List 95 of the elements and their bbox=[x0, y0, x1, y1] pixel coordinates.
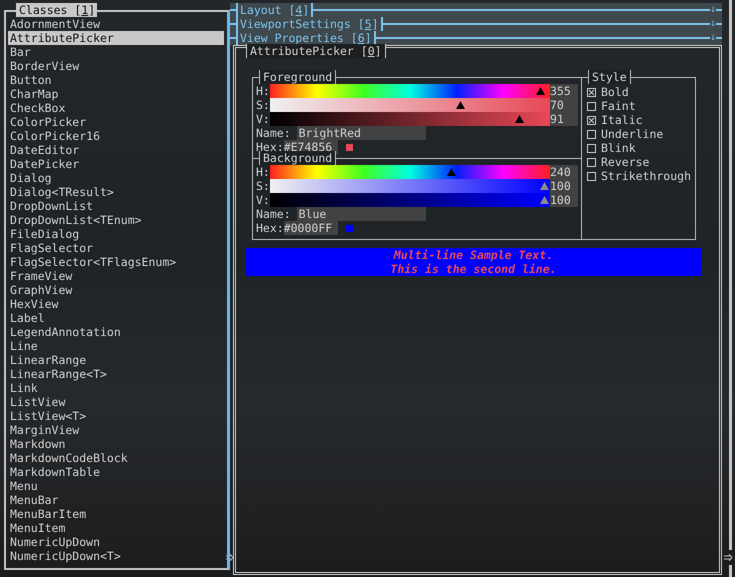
color-slider[interactable] bbox=[270, 98, 550, 112]
slider-value: 100 bbox=[550, 179, 578, 193]
slider-thumb[interactable] bbox=[446, 168, 456, 176]
panel-title: Classes [1] bbox=[16, 3, 98, 17]
list-item[interactable]: FlagSelector bbox=[8, 241, 224, 255]
checkbox-label: Strikethrough bbox=[601, 169, 692, 183]
list-item[interactable]: LinearRange bbox=[8, 353, 224, 367]
color-slider[interactable] bbox=[270, 193, 550, 207]
arrow-icon[interactable] bbox=[226, 554, 233, 561]
list-item[interactable]: DropDownList<TEnum> bbox=[8, 213, 224, 227]
slider-label: V: bbox=[256, 193, 270, 207]
hex-field[interactable]: #0000FF bbox=[284, 221, 338, 235]
sample-text: Multi-line Sample Text. This is the second line. bbox=[246, 248, 701, 276]
slider-label: H: bbox=[256, 165, 270, 179]
list-item[interactable]: Dialog<TResult> bbox=[8, 185, 224, 199]
frame-title: AttributePicker [0] bbox=[246, 44, 386, 58]
color-slider[interactable] bbox=[270, 84, 550, 98]
name-field[interactable]: Blue bbox=[296, 207, 426, 221]
field-label: Name: bbox=[256, 207, 292, 221]
list-item[interactable]: ColorPicker16 bbox=[8, 129, 224, 143]
color-slider[interactable] bbox=[270, 112, 550, 126]
list-item[interactable]: LegendAnnotation bbox=[8, 325, 224, 339]
list-item[interactable]: MarkdownTable bbox=[8, 465, 224, 479]
expand-arrow[interactable]: ⇓ bbox=[710, 31, 716, 45]
checkbox-label: Bold bbox=[601, 85, 629, 99]
checkbox[interactable] bbox=[587, 116, 596, 124]
checkbox-label: Blink bbox=[601, 141, 636, 155]
list-item[interactable]: CheckBox bbox=[8, 101, 224, 115]
checkbox[interactable] bbox=[587, 172, 596, 180]
checkbox-label: Reverse bbox=[601, 155, 650, 169]
list-item[interactable]: Bar bbox=[8, 45, 224, 59]
list-item[interactable]: FrameView bbox=[8, 269, 224, 283]
list-item[interactable]: NumericUpDown<T> bbox=[8, 549, 224, 563]
list-item[interactable]: FileDialog bbox=[8, 227, 224, 241]
slider-value: 91 bbox=[550, 112, 578, 126]
list-item[interactable]: BorderView bbox=[8, 59, 224, 73]
list-item[interactable]: Label bbox=[8, 311, 224, 325]
slider-label: S: bbox=[256, 179, 270, 193]
slider-value: 355 bbox=[550, 84, 578, 98]
list-item[interactable]: ListView bbox=[8, 395, 224, 409]
slider-thumb[interactable] bbox=[456, 101, 465, 109]
list-item[interactable]: GraphView bbox=[8, 283, 224, 297]
name-field[interactable]: BrightRed bbox=[296, 126, 426, 140]
list-item[interactable]: MenuBarItem bbox=[8, 507, 224, 521]
list-item[interactable]: LinearRange<T> bbox=[8, 367, 224, 381]
checkbox[interactable] bbox=[587, 144, 596, 152]
list-item[interactable]: MenuBar bbox=[8, 493, 224, 507]
checkbox-label: Italic bbox=[601, 113, 643, 127]
list-item[interactable]: DatePicker bbox=[8, 157, 224, 171]
list-item[interactable]: CharMap bbox=[8, 87, 224, 101]
list-item[interactable]: NumericUpDown bbox=[8, 535, 224, 549]
slider-label: H: bbox=[256, 84, 270, 98]
group-title: Foreground bbox=[259, 70, 336, 84]
slider-label: S: bbox=[256, 98, 270, 112]
group-title: Style bbox=[588, 70, 631, 84]
group-title: Background bbox=[259, 151, 336, 165]
slider-thumb[interactable] bbox=[514, 115, 524, 123]
checkbox[interactable] bbox=[587, 102, 596, 110]
list-item[interactable]: MarginView bbox=[8, 423, 224, 437]
slider-value: 70 bbox=[550, 98, 578, 112]
tab-header[interactable]: ViewportSettings [5] bbox=[236, 17, 382, 31]
slider-thumb[interactable] bbox=[536, 87, 546, 95]
list-item[interactable]: Line bbox=[8, 339, 224, 353]
list-item[interactable]: Button bbox=[8, 73, 224, 87]
color-slider[interactable] bbox=[270, 165, 550, 179]
tab-header[interactable]: Layout [4] bbox=[236, 3, 314, 17]
color-slider[interactable] bbox=[270, 179, 550, 193]
expand-arrow[interactable]: ⇓ bbox=[710, 17, 716, 31]
checkbox[interactable] bbox=[587, 88, 596, 96]
list-item[interactable]: AttributePicker bbox=[8, 31, 224, 45]
list-item[interactable]: Dialog bbox=[8, 171, 224, 185]
list-item[interactable]: ListView<T> bbox=[8, 409, 224, 423]
list-item[interactable]: AdornmentView bbox=[8, 17, 224, 31]
slider-thumb[interactable] bbox=[540, 196, 549, 204]
list-item[interactable]: MarkdownCodeBlock bbox=[8, 451, 224, 465]
list-item[interactable]: HexView bbox=[8, 297, 224, 311]
checkbox-label: Underline bbox=[601, 127, 664, 141]
list-item[interactable]: Link bbox=[8, 381, 224, 395]
list-item[interactable]: Menu bbox=[8, 479, 224, 493]
checkbox-label: Faint bbox=[601, 99, 636, 113]
list-item[interactable]: FlagSelector<TFlagsEnum> bbox=[8, 255, 224, 269]
checkbox[interactable] bbox=[587, 158, 596, 166]
field-label: Name: bbox=[256, 126, 292, 140]
expand-arrow[interactable]: ⇓ bbox=[710, 3, 716, 17]
slider-label: V: bbox=[256, 112, 270, 126]
list-item[interactable]: DropDownList bbox=[8, 199, 224, 213]
slider-value: 100 bbox=[550, 193, 578, 207]
list-item[interactable]: MenuItem bbox=[8, 521, 224, 535]
arrow-icon[interactable] bbox=[724, 554, 733, 561]
list-item[interactable]: DateEditor bbox=[8, 143, 224, 157]
list-item[interactable]: Markdown bbox=[8, 437, 224, 451]
checkbox[interactable] bbox=[587, 130, 596, 138]
list-item[interactable]: ColorPicker bbox=[8, 115, 224, 129]
slider-value: 240 bbox=[550, 165, 578, 179]
slider-thumb[interactable] bbox=[540, 182, 549, 190]
